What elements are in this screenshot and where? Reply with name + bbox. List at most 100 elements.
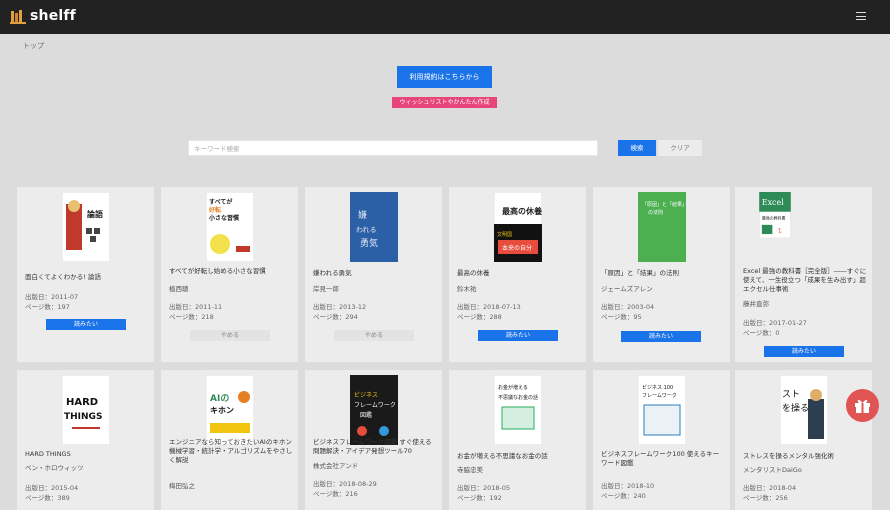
book-author: 寺脇忠美 bbox=[457, 466, 483, 474]
book-title: ビジネスフレームワーク100 使えるキーワード図鑑 bbox=[601, 450, 720, 467]
book-card[interactable]: AIの キホン エンジニアなら知っておきたいAIのキホン 機械学習・統計学・アル… bbox=[161, 370, 298, 510]
logo[interactable]: shelff bbox=[10, 8, 76, 24]
book-card[interactable]: Excel 最強の教科書 1 Excel 最強の教科書［完全版］――すぐに使えて… bbox=[735, 187, 872, 362]
want-to-read-button[interactable]: 読みたい bbox=[478, 330, 558, 341]
book-cover: Excel 最強の教科書 1 bbox=[758, 192, 792, 238]
book-card[interactable]: 論語 面白くてよくわかる! 論語 出版日：2011-07 ページ数：197 読み… bbox=[17, 187, 154, 362]
book-cover: 最高の休養 文明国 本来の自分 bbox=[494, 192, 542, 262]
breadcrumb[interactable]: トップ bbox=[23, 41, 44, 51]
book-author: 植西聰 bbox=[169, 285, 189, 293]
svg-text:フレームワーク: フレームワーク bbox=[642, 393, 677, 399]
clear-button[interactable]: クリア bbox=[658, 140, 702, 156]
svg-text:すべてが: すべてが bbox=[209, 198, 232, 206]
book-date: 出版日：2018-04 bbox=[743, 484, 797, 492]
book-cover: すべてが 好転 小さな習慣 bbox=[206, 192, 254, 262]
book-title: Excel 最強の教科書［完全版］――すぐに使えて、一生役立つ「成果を生み出す」… bbox=[743, 267, 867, 293]
book-date: 出版日：2018-10 bbox=[601, 482, 655, 490]
want-to-read-button[interactable]: 読みたい bbox=[46, 319, 126, 330]
book-cover: 嫌 われる 勇気 bbox=[350, 192, 398, 262]
book-card[interactable]: ビジネス 100 フレームワーク ビジネスフレームワーク100 使えるキーワード… bbox=[593, 370, 730, 510]
svg-text:スト: スト bbox=[782, 390, 800, 400]
book-card[interactable]: HARD THINGS HARD THINGS ベン・ホロウィッツ 出版日：20… bbox=[17, 370, 154, 510]
svg-text:を操る: を操る bbox=[782, 402, 809, 414]
want-to-read-button[interactable]: 読みたい bbox=[621, 331, 701, 342]
bookshelf-icon bbox=[10, 10, 26, 24]
book-title: 最高の休養 bbox=[457, 269, 490, 277]
book-pages: ページ数：218 bbox=[169, 313, 214, 321]
book-title: ストレスを操るメンタル強化術 bbox=[743, 452, 834, 460]
book-title: エンジニアなら知っておきたいAIのキホン 機械学習・統計学・アルゴリズムをやさし… bbox=[169, 438, 293, 464]
book-card[interactable]: 嫌 われる 勇気 嫌われる勇気 岸見一郎 出版日：2013-12 ページ数：29… bbox=[305, 187, 442, 362]
svg-text:Excel: Excel bbox=[762, 198, 784, 207]
book-card[interactable]: スト を操る ストレスを操るメンタル強化術 メンタリストDaiGo 出版日：20… bbox=[735, 370, 872, 510]
svg-text:最高の休養: 最高の休養 bbox=[502, 206, 542, 216]
stop-button[interactable]: やめる bbox=[190, 330, 270, 341]
svg-text:ビジネス 100: ビジネス 100 bbox=[642, 384, 673, 391]
search-button[interactable]: 検索 bbox=[618, 140, 656, 156]
book-date: 出版日：2011-11 bbox=[169, 303, 223, 311]
book-title: 面白くてよくわかる! 論語 bbox=[25, 273, 101, 281]
app-header: shelff bbox=[0, 0, 890, 34]
gift-button[interactable] bbox=[846, 389, 879, 422]
book-cover: スト を操る bbox=[780, 375, 828, 445]
book-pages: ページ数：288 bbox=[457, 313, 502, 321]
svg-text:勇気: 勇気 bbox=[360, 237, 378, 249]
book-author: 梅田弘之 bbox=[169, 482, 195, 490]
book-pages: ページ数：256 bbox=[743, 494, 788, 502]
terms-button[interactable]: 利用規約はこちらから bbox=[397, 66, 492, 88]
svg-text:フレームワーク: フレームワーク bbox=[354, 402, 396, 409]
gift-icon bbox=[855, 399, 870, 413]
book-date: 出版日：2018-05 bbox=[457, 484, 511, 492]
book-pages: ページ数：240 bbox=[601, 492, 646, 500]
book-cover: ビジネス 100 フレームワーク bbox=[638, 375, 686, 445]
book-card[interactable]: 最高の休養 文明国 本来の自分 最高の休養 鈴木祐 出版日：2018-07-13… bbox=[449, 187, 586, 362]
svg-text:の法則: の法則 bbox=[648, 209, 663, 216]
book-date: 出版日：2018-08-29 bbox=[313, 480, 377, 488]
book-pages: ページ数：389 bbox=[25, 494, 70, 502]
svg-text:文明国: 文明国 bbox=[497, 231, 512, 238]
book-author: 藤井直弥 bbox=[743, 300, 769, 308]
book-card[interactable]: お金が増える 不思議なお金の話 お金が増える不思議なお金の話 寺脇忠美 出版日：… bbox=[449, 370, 586, 510]
book-title: すべてが好転し始める小さな習慣 bbox=[169, 267, 266, 275]
svg-text:小さな習慣: 小さな習慣 bbox=[208, 214, 239, 222]
svg-text:THINGS: THINGS bbox=[64, 412, 102, 422]
book-title: HARD THINGS bbox=[25, 450, 71, 458]
stop-button[interactable]: やめる bbox=[334, 330, 414, 341]
book-pages: ページ数：192 bbox=[457, 494, 502, 502]
book-card[interactable]: 「原因」と「結果」 の法則 「原因」と「結果」の法則 ジェームズアレン 出版日：… bbox=[593, 187, 730, 362]
book-card[interactable]: ビジネス フレームワーク 図鑑 ビジネスフレームワーク図鑑 すぐ使える問題解決・… bbox=[305, 370, 442, 510]
book-cover: AIの キホン bbox=[206, 375, 254, 445]
svg-text:キホン: キホン bbox=[210, 406, 234, 415]
svg-text:論語: 論語 bbox=[87, 209, 103, 219]
svg-text:HARD: HARD bbox=[66, 397, 98, 408]
app-name: shelff bbox=[30, 8, 76, 24]
svg-text:「原因」と「結果」: 「原因」と「結果」 bbox=[642, 201, 686, 208]
book-title: お金が増える不思議なお金の話 bbox=[457, 452, 548, 460]
hamburger-menu-icon[interactable] bbox=[856, 12, 866, 20]
svg-text:嫌: 嫌 bbox=[358, 209, 367, 221]
book-date: 出版日：2013-12 bbox=[313, 303, 367, 311]
book-cover: お金が増える 不思議なお金の話 bbox=[494, 375, 542, 445]
book-pages: ページ数：95 bbox=[601, 313, 642, 321]
book-pages: ページ数：294 bbox=[313, 313, 358, 321]
svg-text:1: 1 bbox=[778, 227, 782, 235]
book-author: 鈴木祐 bbox=[457, 285, 477, 293]
svg-text:本来の自分: 本来の自分 bbox=[502, 244, 532, 252]
search-input[interactable]: キーワード検索 bbox=[188, 140, 598, 156]
svg-text:好転: 好転 bbox=[208, 206, 221, 214]
book-author: ジェームズアレン bbox=[601, 285, 653, 293]
want-to-read-button[interactable]: 読みたい bbox=[764, 346, 844, 357]
book-date: 出版日：2015-04 bbox=[25, 484, 79, 492]
book-author: ベン・ホロウィッツ bbox=[25, 464, 84, 472]
book-date: 出版日：2003-04 bbox=[601, 303, 655, 311]
book-card[interactable]: すべてが 好転 小さな習慣 すべてが好転し始める小さな習慣 植西聰 出版日：20… bbox=[161, 187, 298, 362]
book-pages: ページ数：0 bbox=[743, 329, 780, 337]
book-pages: ページ数：216 bbox=[313, 490, 358, 498]
book-cover: ビジネス フレームワーク 図鑑 bbox=[350, 375, 398, 445]
book-author: メンタリストDaiGo bbox=[743, 466, 802, 474]
book-title: 嫌われる勇気 bbox=[313, 269, 352, 277]
wishlist-button[interactable]: ウィッシュリストやかんたん作成 bbox=[392, 97, 497, 108]
book-date: 出版日：2011-07 bbox=[25, 293, 79, 301]
svg-text:最強の教科書: 最強の教科書 bbox=[762, 216, 786, 221]
book-title: 「原因」と「結果」の法則 bbox=[601, 269, 679, 277]
